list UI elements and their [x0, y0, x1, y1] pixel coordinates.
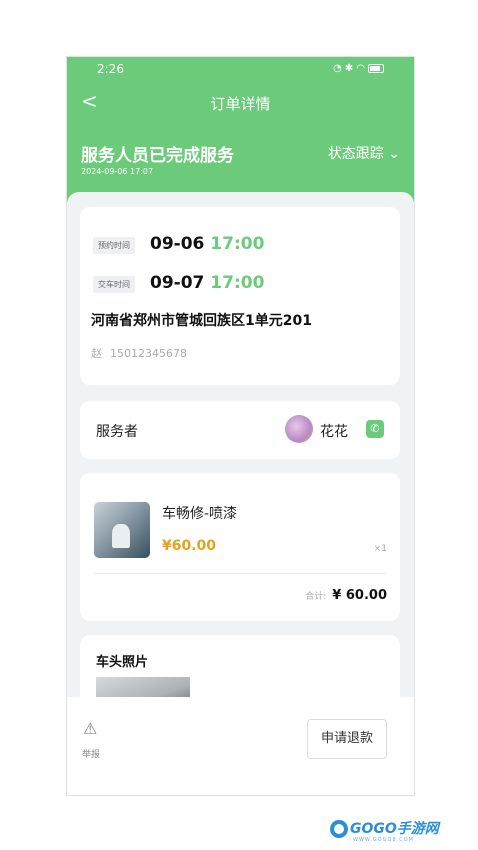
contact-phone: 15012345678	[110, 347, 187, 360]
appointment-tag: 预约时间	[93, 237, 135, 254]
refund-button[interactable]: 申请退款	[307, 719, 387, 759]
product-quantity: ×1	[373, 544, 387, 554]
signal-icon: ◔	[333, 63, 342, 74]
battery-icon	[368, 64, 384, 73]
order-status-time: 2024-09-06 17:07	[81, 167, 154, 176]
watermark-text: GOGO手游网	[350, 821, 439, 837]
delivery-date: 09-07	[150, 273, 205, 293]
appointment-datetime: 09-06 17:00	[150, 234, 264, 254]
server-label: 服务者	[96, 424, 138, 440]
appointment-date: 09-06	[150, 234, 205, 254]
chevron-down-icon: ⌄	[388, 146, 400, 162]
bluetooth-icon: ✱	[344, 63, 354, 74]
product-card: 车畅修-喷漆 ¥60.00 ×1 合计: ¥ 60.00	[80, 473, 400, 621]
warning-icon[interactable]: ⚠	[83, 719, 97, 738]
order-total: 合计: ¥ 60.00	[305, 588, 387, 603]
status-bar-icons: ◔ ✱ ◠	[333, 63, 384, 74]
status-bar-time: 2:26	[97, 62, 124, 76]
watermark-circle-icon	[330, 820, 348, 838]
divider	[94, 573, 386, 574]
server-name: 花花	[320, 424, 348, 440]
server-card: 服务者 花花 ✆	[80, 401, 400, 459]
phone-screen: 2:26 ◔ ✱ ◠ < 订单详情 服务人员已完成服务 2024-09-06 1…	[66, 56, 415, 796]
watermark-subtext: WWW.GOGO8.COM	[353, 837, 414, 843]
order-status: 服务人员已完成服务	[81, 146, 234, 166]
product-name: 车畅修-喷漆	[162, 506, 238, 522]
delivery-datetime: 09-07 17:00	[150, 273, 264, 293]
product-price: ¥60.00	[162, 538, 217, 554]
product-image	[94, 502, 150, 558]
status-tracking-button[interactable]: 状态跟踪 ⌄	[328, 143, 400, 163]
total-amount: ¥ 60.00	[332, 588, 387, 603]
page-title: 订单详情	[210, 95, 271, 113]
header: 2:26 ◔ ✱ ◠ < 订单详情 服务人员已完成服务 2024-09-06 1…	[67, 57, 414, 202]
main-content[interactable]: 预约时间 09-06 17:00 交车时间 09-07 17:00 河南省郑州市…	[67, 192, 414, 717]
total-label: 合计:	[305, 592, 327, 602]
status-tracking-label: 状态跟踪	[327, 146, 384, 162]
appointment-time: 17:00	[210, 234, 265, 254]
delivery-tag: 交车时间	[93, 276, 135, 293]
wifi-icon: ◠	[356, 63, 365, 74]
contact-line: 赵 15012345678	[91, 345, 195, 361]
service-address: 河南省郑州市管城回族区1单元201	[91, 313, 312, 329]
watermark-logo: GOGO手游网	[330, 818, 439, 838]
contact-name: 赵	[91, 347, 102, 360]
booking-card: 预约时间 09-06 17:00 交车时间 09-07 17:00 河南省郑州市…	[80, 207, 400, 385]
delivery-time: 17:00	[210, 273, 265, 293]
phone-call-icon[interactable]: ✆	[366, 420, 384, 438]
avatar	[285, 415, 313, 443]
report-label[interactable]: 举报	[82, 747, 100, 760]
bottom-bar: ⚠ 举报 申请退款	[67, 697, 414, 795]
photo-section-title: 车头照片	[96, 655, 149, 670]
